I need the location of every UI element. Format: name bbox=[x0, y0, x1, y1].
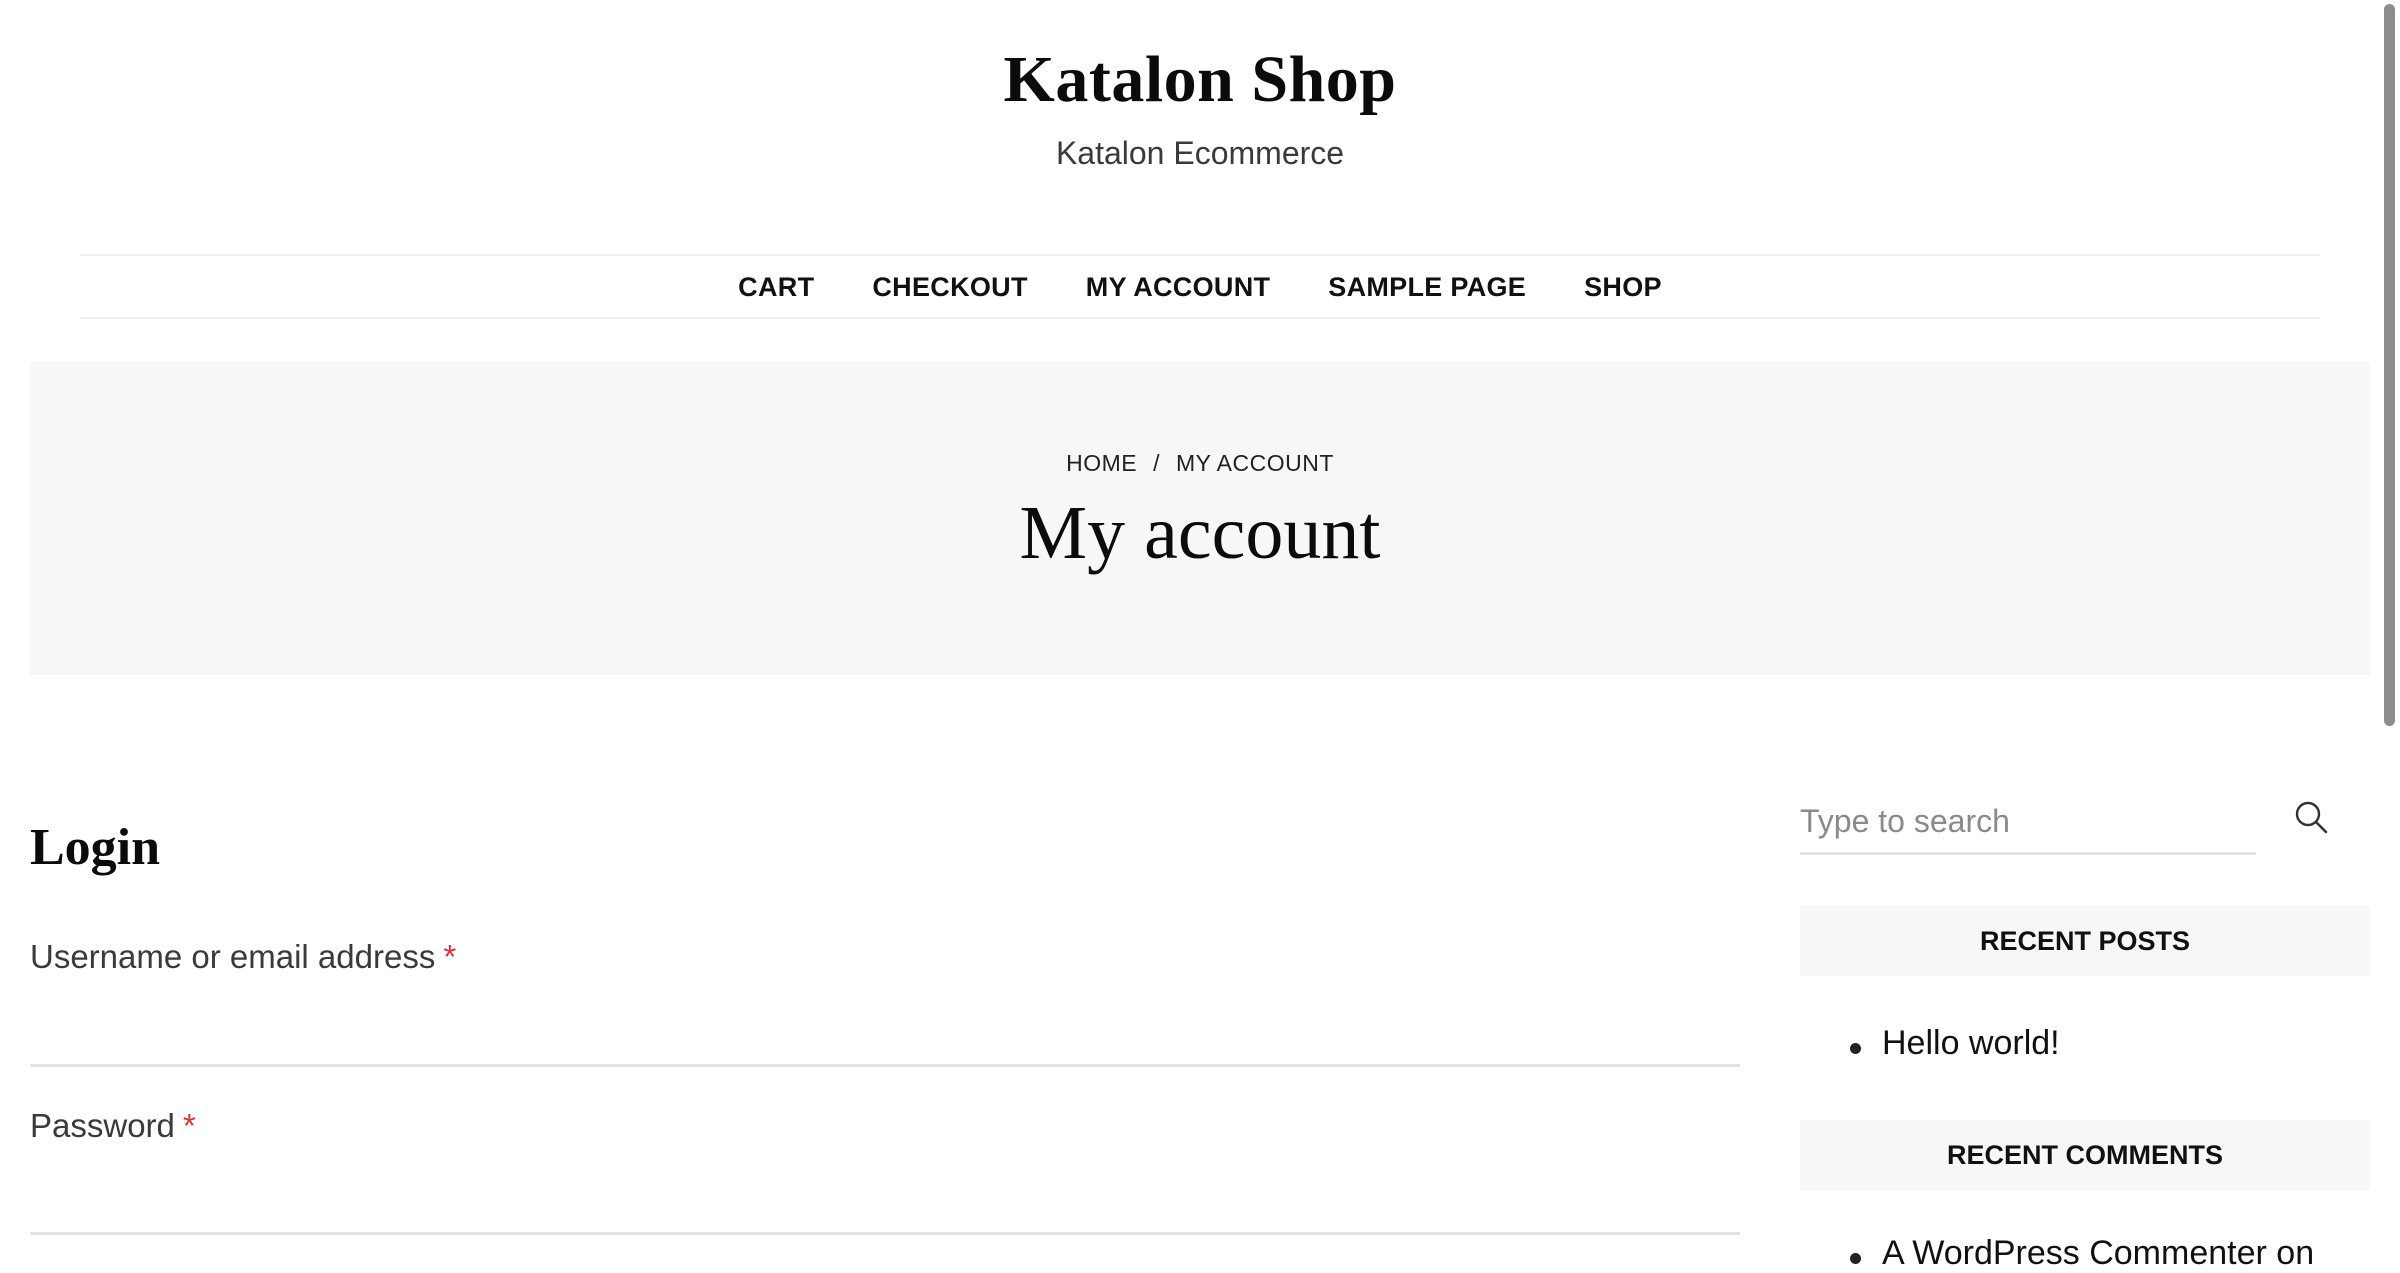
site-tagline: Katalon Ecommerce bbox=[1055, 135, 1345, 171]
nav-item-shop[interactable]: SHOP bbox=[1584, 272, 1662, 303]
recent-comments-list: A WordPress Commenter on bbox=[1800, 1234, 2370, 1273]
breadcrumb-home-link[interactable]: HOME bbox=[1066, 450, 1137, 476]
main-navigation: CART CHECKOUT MY ACCOUNT SAMPLE PAGE SHO… bbox=[0, 272, 2400, 303]
search-icon bbox=[2295, 801, 2328, 834]
comment-author-link[interactable]: A WordPress Commenter bbox=[1882, 1234, 2267, 1272]
required-marker: * bbox=[443, 938, 457, 975]
search-button[interactable] bbox=[2290, 796, 2334, 840]
login-heading: Login bbox=[30, 819, 161, 876]
site-title[interactable]: Katalon Shop bbox=[0, 42, 2400, 118]
username-label-text: Username or email address bbox=[30, 938, 436, 975]
nav-divider-bottom bbox=[80, 317, 2320, 319]
recent-post-link[interactable]: Hello world! bbox=[1882, 1024, 2060, 1062]
nav-item-sample-page[interactable]: SAMPLE PAGE bbox=[1328, 272, 1526, 303]
scrollbar-thumb[interactable] bbox=[2384, 4, 2395, 726]
breadcrumb: HOME / MY ACCOUNT bbox=[0, 450, 2400, 477]
password-label-text: Password bbox=[30, 1107, 175, 1144]
list-item: A WordPress Commenter on bbox=[1800, 1234, 2370, 1273]
username-field[interactable] bbox=[30, 1014, 1740, 1067]
recent-comments-title: RECENT COMMENTS bbox=[1800, 1120, 2370, 1190]
username-label: Username or email address * bbox=[30, 938, 456, 976]
nav-item-my-account[interactable]: MY ACCOUNT bbox=[1086, 272, 1271, 303]
password-field[interactable] bbox=[30, 1182, 1740, 1235]
page-title: My account bbox=[1019, 491, 1381, 575]
nav-divider-top bbox=[80, 254, 2320, 256]
search-input[interactable] bbox=[1800, 790, 2256, 855]
comment-joiner: on bbox=[2276, 1234, 2315, 1272]
required-marker: * bbox=[182, 1107, 196, 1144]
breadcrumb-separator: / bbox=[1153, 450, 1160, 476]
recent-posts-title: RECENT POSTS bbox=[1800, 906, 2370, 976]
list-item: Hello world! bbox=[1800, 1024, 2370, 1063]
nav-item-checkout[interactable]: CHECKOUT bbox=[872, 272, 1027, 303]
password-label: Password * bbox=[30, 1107, 196, 1145]
recent-posts-list: Hello world! bbox=[1800, 1024, 2370, 1063]
breadcrumb-current: MY ACCOUNT bbox=[1175, 450, 1334, 476]
nav-item-cart[interactable]: CART bbox=[738, 272, 814, 303]
